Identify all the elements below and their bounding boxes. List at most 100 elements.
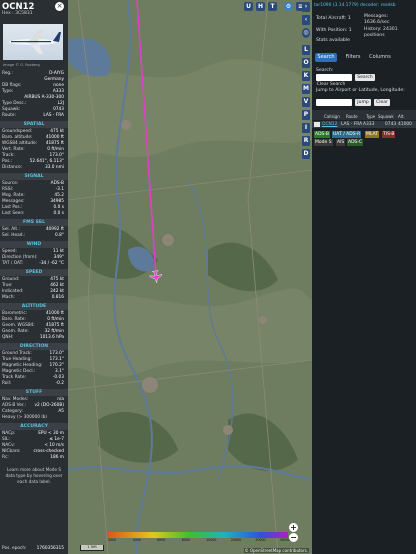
section-row: Roll: -0.2 xyxy=(2,381,64,387)
field-label: QNH: xyxy=(2,335,14,340)
messages-label: Messages: xyxy=(364,14,389,19)
legend-adsb[interactable]: ADS-B xyxy=(314,131,330,138)
field-value: 0.8° xyxy=(55,233,64,238)
zoom-out-button[interactable]: − xyxy=(289,533,298,542)
field-label: TAT / OAT: xyxy=(2,261,24,266)
collapse-icon[interactable]: ‹ xyxy=(302,15,310,25)
field-value: 1760356315 xyxy=(36,546,64,551)
messages-value: 1636.6/sec xyxy=(364,20,390,25)
map-scale: 1 NM xyxy=(80,545,104,551)
altitude-legend-label: 2000 xyxy=(108,538,117,542)
section-header-fms-sel: FMS SEL xyxy=(0,219,68,226)
section-row: TAT / OAT: -34 / -62 °C xyxy=(2,261,64,267)
tab-filters[interactable]: Filters xyxy=(342,53,364,62)
sidebar-empty-area xyxy=(312,149,416,554)
stats-available[interactable]: Stats available xyxy=(316,38,350,43)
map-canvas[interactable] xyxy=(68,0,312,554)
pos-epoch-row: Pos. epoch: 1760356315 xyxy=(2,546,64,552)
field-label: Last Seen: xyxy=(2,211,25,216)
legend-ais[interactable]: AIS xyxy=(336,139,346,146)
altitude-legend-labels: 2000 4000 6000 8000 10000 20000 30000 40000+ xyxy=(108,538,293,543)
map-button-i[interactable]: I xyxy=(302,123,310,133)
aircraft-photo[interactable] xyxy=(3,24,63,60)
col-squawk[interactable]: Squawk xyxy=(378,114,394,119)
section-row: Mach: 0.816 xyxy=(2,295,64,301)
map-button-v[interactable]: V xyxy=(302,97,310,107)
version-text[interactable]: tar1090 (3.14.1779) decoder: readsb xyxy=(314,3,396,8)
legend-tisb[interactable]: TIS-B xyxy=(382,131,396,138)
field-value: 0.0 s xyxy=(53,211,64,216)
section-row: Distance: 33.0 nmi xyxy=(2,165,64,171)
clear-search-button[interactable]: Clear Search xyxy=(316,81,346,88)
button-h[interactable]: H xyxy=(256,2,265,11)
row-route: LAS - FRA xyxy=(341,122,363,127)
tab-columns[interactable]: Columns xyxy=(368,53,392,62)
close-icon[interactable]: × xyxy=(55,2,64,11)
section-row: QNH: 1013.6 hPa xyxy=(2,335,64,341)
button-u[interactable]: U xyxy=(244,2,253,11)
altitude-legend-label: 4000 xyxy=(132,538,141,542)
map-button-r[interactable]: R xyxy=(302,136,310,146)
section-header-direction: DIRECTION xyxy=(0,343,68,350)
col-type[interactable]: Type xyxy=(366,114,375,119)
row-callsign[interactable]: OCN12 xyxy=(322,121,337,128)
map-button-l[interactable]: L xyxy=(302,45,310,55)
field-label: Sel. Head.: xyxy=(2,233,26,238)
section-header-altitude: ALTITUDE xyxy=(0,303,68,310)
with-position: With Position: 1 xyxy=(316,28,352,33)
field-value: 0.816 xyxy=(51,295,64,300)
legend-adsc[interactable]: ADS-C xyxy=(347,139,364,146)
legend-mlat[interactable]: MLAT xyxy=(365,131,379,138)
clear-button[interactable]: Clear xyxy=(374,99,390,106)
total-aircraft: Total Aircraft: 1 xyxy=(316,16,351,21)
hex-label: Hex : 3C5831 xyxy=(2,11,33,16)
map-button-p[interactable]: P xyxy=(302,110,310,120)
field-label: Distance: xyxy=(2,165,23,170)
hover-note: Learn more about Mode S data type by hov… xyxy=(5,467,63,484)
map-button-m[interactable]: M xyxy=(302,84,310,94)
section-header-spatial: SPATIAL xyxy=(0,121,68,128)
col-route[interactable]: Route xyxy=(346,114,358,119)
flag-icon xyxy=(314,122,320,127)
aircraft-detail-panel: OCN12 Hex : 3C5831 × Image © G. Rozberg … xyxy=(0,0,68,554)
section-header-signal: SIGNAL xyxy=(0,173,68,180)
legend-uat[interactable]: UAT / ADS-R xyxy=(332,131,362,138)
field-value: -0.2 xyxy=(55,381,64,386)
altitude-legend-label: 6000 xyxy=(157,538,166,542)
search-input[interactable] xyxy=(316,74,352,81)
section-row: Heavy (> 300000 lb) xyxy=(2,415,64,421)
section-row: Last Seen: 0.0 s xyxy=(2,211,64,217)
map-button-o[interactable]: O xyxy=(302,58,310,68)
field-value: -34 / -62 °C xyxy=(39,261,64,266)
altitude-legend-label: 8000 xyxy=(181,538,190,542)
button-t[interactable]: T xyxy=(268,2,277,11)
altitude-legend-label: 30000 xyxy=(255,538,266,542)
col-alt[interactable]: Alt. xyxy=(398,114,405,119)
map-button-d[interactable]: D xyxy=(302,149,310,159)
field-label: Roll: xyxy=(2,381,12,386)
col-callsign[interactable]: Callsign xyxy=(324,114,340,119)
field-value: LAS - FRA xyxy=(43,113,64,118)
section-header-accuracy: ACCURACY xyxy=(0,423,68,430)
map-button-k[interactable]: K xyxy=(302,71,310,81)
legend-modes[interactable]: Mode S xyxy=(314,139,333,146)
section-row: Sel. Head.: 0.8° xyxy=(2,233,64,239)
search-label: Search: xyxy=(316,68,334,73)
zoom-in-button[interactable]: + xyxy=(289,523,298,532)
target-icon[interactable]: ◎ xyxy=(302,28,310,38)
search-button[interactable]: Search xyxy=(355,74,375,81)
section-row: Rc: 186 m xyxy=(2,455,64,461)
map-view[interactable]: 2000 4000 6000 8000 10000 20000 30000 40000+ 1 … xyxy=(68,0,312,554)
right-sidebar: tar1090 (3.14.1779) decoder: readsb Tota… xyxy=(312,0,416,554)
settings-gear-icon[interactable]: ⚙ xyxy=(284,2,293,11)
aircraft-info-row: Route: LAS - FRA xyxy=(2,113,64,119)
jump-button[interactable]: Jump xyxy=(355,99,371,106)
field-value: 33.0 nmi xyxy=(44,165,64,170)
tab-search[interactable]: Search xyxy=(315,53,337,62)
expand-sidebar-icon[interactable]: › xyxy=(302,2,310,12)
field-label: Pos. epoch: xyxy=(2,546,27,551)
field-label: Rc: xyxy=(2,455,9,460)
altitude-legend-label: 20000 xyxy=(230,538,241,542)
altitude-legend-label: 10000 xyxy=(206,538,217,542)
jump-input[interactable] xyxy=(316,99,352,106)
